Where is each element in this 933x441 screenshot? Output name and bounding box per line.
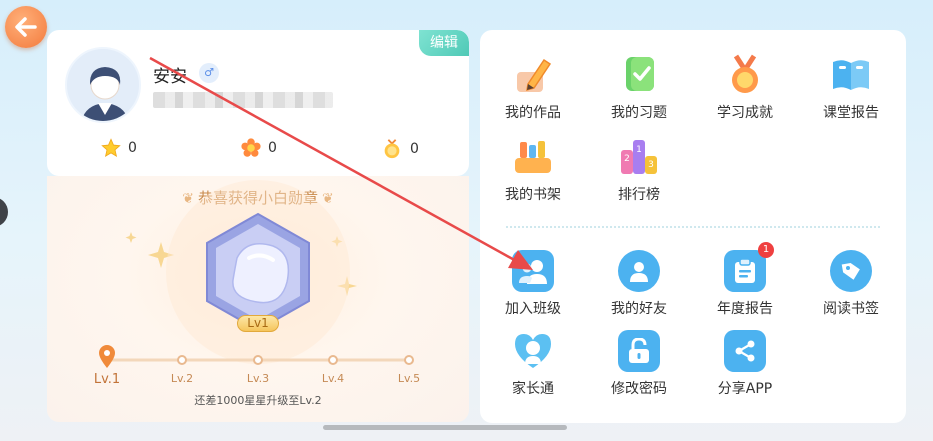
level-1-label: Lv.1 xyxy=(93,372,121,387)
menu-item-class-report[interactable]: 课堂报告 xyxy=(806,54,896,122)
menu-item-ranking[interactable]: 1 2 3 排行榜 xyxy=(594,136,684,204)
medal-sun-icon xyxy=(384,139,400,159)
parent-heart-icon xyxy=(512,330,554,372)
menu-label: 我的好友 xyxy=(611,301,667,317)
ranking-podium-icon: 1 2 3 xyxy=(618,136,660,178)
open-book-icon xyxy=(830,54,872,96)
level-progress-text: 还差1000星星升级至Lv.2 xyxy=(194,394,322,407)
menu-item-my-exercises[interactable]: 我的习题 xyxy=(594,54,684,122)
menu-label: 排行榜 xyxy=(618,187,660,203)
menu-label: 家长通 xyxy=(512,381,554,397)
flower-count-value: 0 xyxy=(268,140,277,156)
menu-label: 课堂报告 xyxy=(823,105,879,121)
friend-icon xyxy=(618,250,660,292)
menu-item-parent-link[interactable]: 家长通 xyxy=(488,330,578,398)
side-handle[interactable] xyxy=(0,197,8,227)
menu-label: 我的作品 xyxy=(505,105,561,121)
user-id-blurred xyxy=(153,92,333,108)
menu-item-my-friends[interactable]: 我的好友 xyxy=(594,250,684,318)
menu-divider xyxy=(506,226,880,228)
arrow-left-icon xyxy=(15,17,37,37)
star-count: 0 xyxy=(101,138,137,158)
menu-label: 年度报告 xyxy=(717,301,773,317)
menu-item-change-password[interactable]: 修改密码 xyxy=(594,330,684,398)
menu-item-achievements[interactable]: 学习成就 xyxy=(700,54,790,122)
svg-text:1: 1 xyxy=(636,145,642,155)
clipboard-icon xyxy=(724,250,766,292)
medal-count-value: 0 xyxy=(410,141,419,157)
pencil-icon xyxy=(512,54,554,96)
flower-icon xyxy=(241,138,261,157)
medal-count: 0 xyxy=(381,138,419,160)
join-class-icon xyxy=(512,250,554,292)
menu-label: 加入班级 xyxy=(505,301,561,317)
star-icon xyxy=(101,138,121,158)
menu-item-my-works[interactable]: 我的作品 xyxy=(488,54,578,122)
menu-item-share-app[interactable]: 分享APP xyxy=(700,330,790,398)
menu-card: 我的作品 我的习题 学习成就 课堂报告 我的书架 1 2 3 排行榜 加入班级 … xyxy=(480,30,906,423)
menu-item-bookshelf[interactable]: 我的书架 xyxy=(488,136,578,204)
user-avatar-icon xyxy=(67,49,139,121)
level-3-label: Lv.3 xyxy=(246,372,270,385)
menu-label: 修改密码 xyxy=(611,381,667,397)
menu-label: 分享APP xyxy=(717,381,773,397)
home-indicator[interactable] xyxy=(323,425,567,430)
exercise-book-icon xyxy=(618,54,660,96)
svg-text:3: 3 xyxy=(648,160,654,170)
menu-item-reading-bookmark[interactable]: 阅读书签 xyxy=(806,250,896,318)
bookshelf-icon xyxy=(512,136,554,178)
gender-male-icon: ♂ xyxy=(199,63,219,83)
medal-card: ❦ 恭喜获得小白勋章 ❦ Lv1 Lv.1 Lv.2 Lv.3 Lv.4 Lv.5 … xyxy=(47,176,469,422)
username: 安安 xyxy=(153,67,187,87)
menu-label: 阅读书签 xyxy=(823,301,879,317)
menu-label: 我的书架 xyxy=(505,187,561,203)
medal-level-tag: Lv1 xyxy=(237,315,279,332)
medal-icon xyxy=(724,54,766,96)
edit-profile-button[interactable]: 编辑 xyxy=(419,30,469,56)
svg-text:2: 2 xyxy=(624,154,630,164)
menu-item-annual-report[interactable]: 1 年度报告 xyxy=(700,242,790,318)
menu-label: 我的习题 xyxy=(611,105,667,121)
avatar[interactable] xyxy=(65,47,141,123)
menu-label: 学习成就 xyxy=(717,105,773,121)
level-5-label: Lv.5 xyxy=(397,372,421,385)
share-icon xyxy=(724,330,766,372)
bookmark-tag-icon xyxy=(830,250,872,292)
profile-card: 编辑 安安 ♂ 0 0 0 xyxy=(47,30,469,176)
lock-icon xyxy=(618,330,660,372)
level-2-label: Lv.2 xyxy=(170,372,194,385)
back-button[interactable] xyxy=(5,6,47,48)
level-4-label: Lv.4 xyxy=(321,372,345,385)
notification-badge: 1 xyxy=(758,242,774,258)
flower-count: 0 xyxy=(241,138,277,158)
star-count-value: 0 xyxy=(128,140,137,156)
menu-item-join-class[interactable]: 加入班级 xyxy=(488,250,578,318)
